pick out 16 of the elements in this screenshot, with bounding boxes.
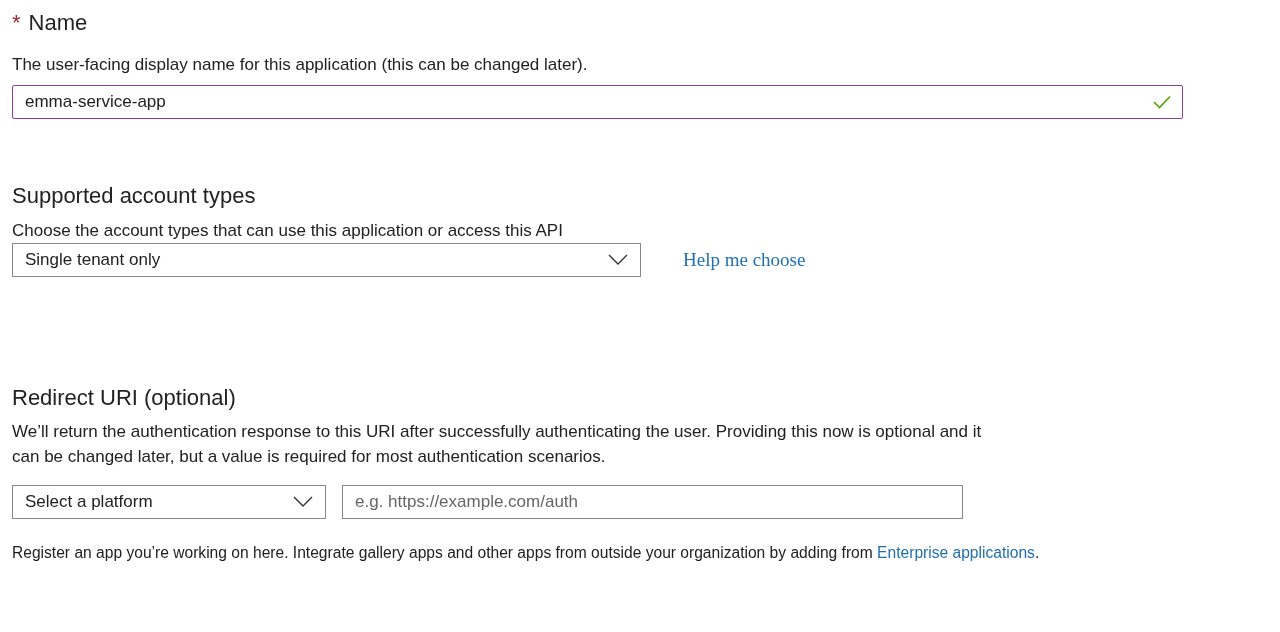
chevron-down-icon (293, 496, 313, 509)
required-asterisk: * (12, 10, 21, 37)
section-heading: Supported account types (12, 183, 257, 210)
name-field[interactable]: emma-service-app (12, 85, 1183, 120)
section-heading: Redirect URI (optional) (12, 384, 237, 412)
help-link[interactable]: Help me choose (683, 245, 806, 275)
section-description: We’ll return the authentication response to this URI after successfully authenticating the user. Providing this now is optional and it can be changed later, but a value is required for most authentication scenarios. (12, 421, 982, 469)
chevron-down-icon (608, 253, 628, 266)
footer-text: Register an app you’re working on here. Integrate gallery apps and other apps from outside your organization by adding from Enterprise applications. (12, 543, 1041, 564)
platform-select[interactable]: Select a platform (12, 485, 326, 520)
account-type-select[interactable]: Single tenant only (12, 242, 641, 277)
field-label: Name (28, 10, 88, 37)
section-description: Choose the account types that can use this application or access this API (12, 219, 564, 242)
uri-field[interactable]: e.g. https://example.com/auth (342, 485, 963, 520)
enterprise-applications-link[interactable]: Enterprise applications (877, 544, 1035, 562)
field-description: The user-facing display name for this application (this can be changed later). (12, 54, 589, 77)
